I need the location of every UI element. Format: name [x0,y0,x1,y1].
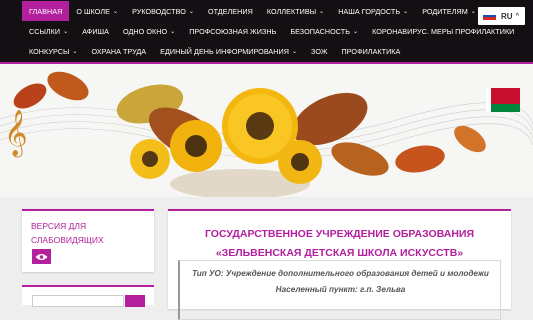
nav-item-label: Главная [29,6,63,16]
nav-item-row3-2[interactable]: Единый день информирования ⌄ [153,41,304,61]
nav-item-label: Конкурсы [29,46,70,56]
nav-item-label: Профилактика [341,46,401,56]
nav-item-label: Руководство [132,6,186,16]
nav-item-row3-4[interactable]: Профилактика [335,41,408,61]
nav-item-label: Коронавирус. Меры профилактики [372,26,515,36]
nav-item-label: Охрана труда [91,46,147,56]
main-content-card: Государственное учреждение образования «… [168,209,511,320]
chevron-down-icon: ⌄ [403,8,409,15]
accessibility-widget: Версия для слабовидящих [22,209,154,272]
nav-item-label: Наша гордость [338,6,401,16]
chevron-down-icon: ⌄ [63,28,69,35]
eye-button[interactable] [32,249,51,264]
top-navigation: Главная О школе ⌄ Руководство ⌄ Отделения Колл… [0,0,533,62]
nav-item-label: О школе [76,6,110,16]
chevron-down-icon: ⌄ [112,8,119,15]
nav-item-label: Одно окно [123,26,168,36]
nav-item-row3-0[interactable]: Конкурсы ⌄ [22,41,84,61]
institution-type: Тип УО: Учреждение дополнительного образ… [192,269,489,278]
header-banner: 𝄞 [0,62,533,197]
nav-item-row2-2[interactable]: Одно окно ⌄ [116,21,182,41]
nav-item-row1-0[interactable]: Главная [22,1,70,21]
nav-item-row1-4[interactable]: Коллективы ⌄ [260,1,331,21]
nav-item-label: Коллективы [266,6,317,16]
language-selector[interactable]: RU ^ [478,7,525,25]
chevron-down-icon: ⌄ [319,8,325,15]
language-code: RU [501,11,513,21]
chevron-up-icon: ^ [515,13,520,19]
nav-item-label: Ссылки [29,26,61,36]
institution-locality: Населенный пункт: г.п. Зельва [275,285,406,294]
institution-info-box: Тип УО: Учреждение дополнительного образ… [178,260,501,320]
russia-flag-icon [483,12,496,21]
nav-item-row2-4[interactable]: Безопасность ⌄ [283,21,365,41]
nav-item-row2-0[interactable]: Ссылки ⌄ [22,21,75,41]
chevron-down-icon: ⌄ [170,28,176,35]
chevron-down-icon: ⌄ [353,28,359,35]
chevron-down-icon: ⌄ [291,48,298,55]
nav-row-2: Ссылки ⌄ Афиша Одно окно ⌄ Профсоюзная жизнь Б… [22,21,521,41]
nav-item-row2-3[interactable]: Профсоюзная жизнь [182,21,283,41]
nav-item-label: Родителям [422,6,468,16]
nav-item-row3-3[interactable]: ЗОЖ [304,41,334,61]
belarus-flag-icon [486,88,520,112]
nav-item-label: ЗОЖ [311,46,328,56]
svg-text:𝄞: 𝄞 [4,110,28,158]
nav-item-row1-3[interactable]: Отделения [201,1,260,21]
nav-item-label: Профсоюзная жизнь [189,26,277,36]
eye-icon [35,253,48,260]
nav-item-row1-5[interactable]: Наша гордость ⌄ [331,1,415,21]
nav-item-label: Отделения [207,6,253,16]
search-widget [22,285,154,307]
nav-item-row1-6[interactable]: Родителям ⌄ [415,1,483,21]
autumn-leaves-sunflowers-image: 𝄞 [0,71,533,197]
nav-item-label: Афиша [82,26,110,36]
search-input[interactable] [32,295,124,307]
nav-item-row2-1[interactable]: Афиша [75,21,116,41]
nav-item-label: Безопасность [290,26,350,36]
nav-row-1: Главная О школе ⌄ Руководство ⌄ Отделения Колл… [22,1,523,21]
nav-item-row1-1[interactable]: О школе ⌄ [69,1,125,21]
nav-row-3: Конкурсы ⌄ Охрана труда Единый день информи… [22,41,407,61]
nav-item-row3-1[interactable]: Охрана труда [84,41,153,61]
nav-item-label: Единый день информирования [160,46,289,56]
title-line-1: Государственное учреждение образования [204,228,475,240]
chevron-down-icon: ⌄ [72,48,78,55]
search-button[interactable] [125,295,145,307]
chevron-down-icon: ⌄ [188,8,194,15]
nav-item-row1-2[interactable]: Руководство ⌄ [125,1,201,21]
page-title: Государственное учреждение образования «… [168,225,511,263]
chevron-down-icon: ⌄ [470,8,476,15]
accessibility-version-link[interactable]: Версия для слабовидящих [31,219,141,247]
